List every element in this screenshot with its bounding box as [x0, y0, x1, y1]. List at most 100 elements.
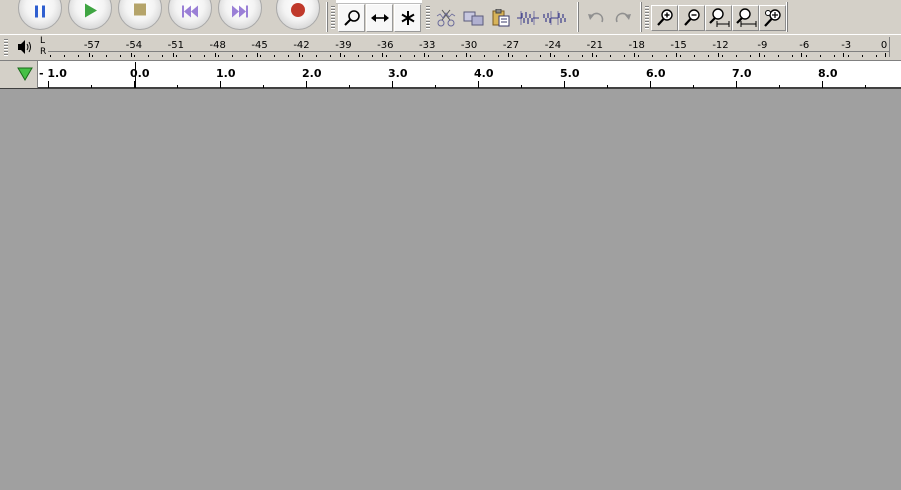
toolbar-grip[interactable]	[4, 39, 8, 57]
meter-tick	[675, 53, 677, 57]
meter-tick	[382, 53, 384, 57]
meter-db-label: -39	[335, 40, 352, 51]
meter-db-label: -33	[419, 40, 436, 51]
playhead-cursor[interactable]	[135, 62, 136, 88]
meter-minor-tick	[428, 55, 429, 57]
meter-tick	[172, 53, 174, 57]
speaker-icon[interactable]	[12, 38, 34, 56]
meter-minor-tick	[750, 55, 751, 57]
play-icon	[83, 3, 97, 22]
zoom-in-button[interactable]	[651, 5, 678, 31]
paste-button[interactable]	[488, 6, 514, 30]
meter-tick	[591, 53, 593, 57]
trim-button[interactable]	[515, 6, 541, 30]
meter-minor-tick	[680, 55, 681, 57]
timeline-minor-tick	[435, 85, 436, 88]
timeline-minor-tick	[263, 85, 264, 88]
meter-tick	[424, 53, 426, 57]
meter-minor-tick	[764, 55, 765, 57]
toolbar-grip[interactable]	[426, 6, 430, 30]
skip-to-start-button[interactable]	[168, 0, 212, 30]
meter-db-label: -3	[841, 40, 852, 51]
zoom-selection-icon	[708, 8, 729, 27]
redo-button[interactable]	[610, 6, 636, 30]
pause-button[interactable]	[18, 0, 62, 30]
skip-to-end-button[interactable]	[218, 0, 262, 30]
copy-button[interactable]	[461, 6, 487, 30]
zoom-fit-icon	[735, 8, 756, 27]
track-area[interactable]	[0, 89, 901, 490]
zoom-out-button[interactable]	[678, 5, 705, 31]
play-triangle-icon[interactable]	[17, 67, 33, 81]
play-button[interactable]	[68, 0, 112, 30]
meter-minor-tick	[554, 55, 555, 57]
meter-minor-tick	[596, 55, 597, 57]
cut-button[interactable]	[433, 6, 459, 30]
timeline-label: 1.0	[216, 67, 236, 80]
meter-tick	[759, 53, 761, 57]
meter-minor-tick	[834, 55, 835, 57]
meter-db-label: -51	[167, 40, 184, 51]
fit-project-button[interactable]	[732, 5, 759, 31]
meter-tick	[89, 53, 90, 57]
meter-db-label: -30	[460, 40, 478, 51]
record-button[interactable]	[276, 0, 320, 30]
timeline-label: 0.0	[130, 67, 150, 80]
zoom-toggle-icon	[763, 9, 781, 27]
meter-db-label: -21	[586, 40, 603, 51]
silence-button[interactable]	[542, 6, 568, 30]
meter-minor-tick	[260, 55, 261, 57]
timeline-label: 6.0	[646, 67, 666, 80]
toolbar-grip[interactable]	[331, 6, 335, 30]
timeline-label: 5.0	[560, 67, 580, 80]
fit-selection-button[interactable]	[705, 5, 732, 31]
meter-minor-tick	[638, 55, 639, 57]
meter-minor-tick	[330, 55, 331, 57]
pause-icon	[33, 3, 47, 22]
audio-editor-window: L R -57 -54 -51 -48 -45 -42 -39 -36 -33 -30 -27 -24…	[0, 0, 901, 490]
timeline-ruler[interactable]: - 1.0 0.0 1.0 2.0 3.0 4.0 5.0 6.0 7.0 8.0	[0, 60, 901, 89]
meter-db-label: -42	[293, 40, 310, 51]
record-icon	[290, 2, 306, 22]
meter-tick	[298, 53, 300, 57]
meter-db-label: -6	[799, 40, 810, 51]
undo-icon	[588, 12, 604, 23]
timeline-minor-tick	[607, 85, 608, 88]
timeline-major-tick	[220, 81, 221, 88]
meter-minor-tick	[50, 55, 51, 57]
copy-icon	[463, 11, 484, 26]
zoom-tool-button[interactable]	[338, 4, 365, 32]
meter-minor-tick	[736, 55, 737, 57]
asterisk-icon	[400, 11, 415, 25]
timeline-minor-tick	[779, 85, 780, 88]
toolbar-separator	[577, 2, 579, 32]
stop-button[interactable]	[118, 0, 162, 30]
meter-db-label: -18	[628, 40, 645, 51]
toolbar-grip[interactable]	[645, 6, 649, 30]
timeline-major-tick	[392, 81, 393, 88]
zoom-toggle-button[interactable]	[759, 5, 786, 31]
meter-minor-tick	[316, 55, 317, 57]
meter-minor-tick	[204, 55, 205, 57]
meter-minor-tick	[666, 55, 667, 57]
meter-db-label: -12	[712, 40, 729, 51]
meter-tick	[801, 53, 803, 57]
meter-minor-tick	[64, 55, 65, 57]
zoom-out-icon	[683, 9, 700, 26]
undo-button[interactable]	[583, 6, 609, 30]
meter-minor-tick	[442, 55, 443, 57]
timeline-minor-tick	[693, 85, 694, 88]
timeshift-tool-button[interactable]	[366, 4, 393, 32]
meter-minor-tick	[414, 55, 415, 57]
meter-tick	[214, 53, 216, 57]
meter-tick	[340, 53, 342, 57]
multi-tool-button[interactable]	[394, 4, 421, 32]
right-channel-label: R	[40, 47, 47, 57]
redo-icon	[615, 12, 631, 23]
toolbar	[0, 0, 901, 34]
ruler-scale[interactable]: - 1.0 0.0 1.0 2.0 3.0 4.0 5.0 6.0 7.0 8.0	[38, 61, 901, 88]
meter-db-label: -54	[125, 40, 143, 51]
meter-minor-tick	[610, 55, 611, 57]
meter-minor-tick	[456, 55, 457, 57]
playback-meter[interactable]: -57 -54 -51 -48 -45 -42 -39 -36 -33 -30 -27 -24 -21-…	[48, 37, 890, 57]
